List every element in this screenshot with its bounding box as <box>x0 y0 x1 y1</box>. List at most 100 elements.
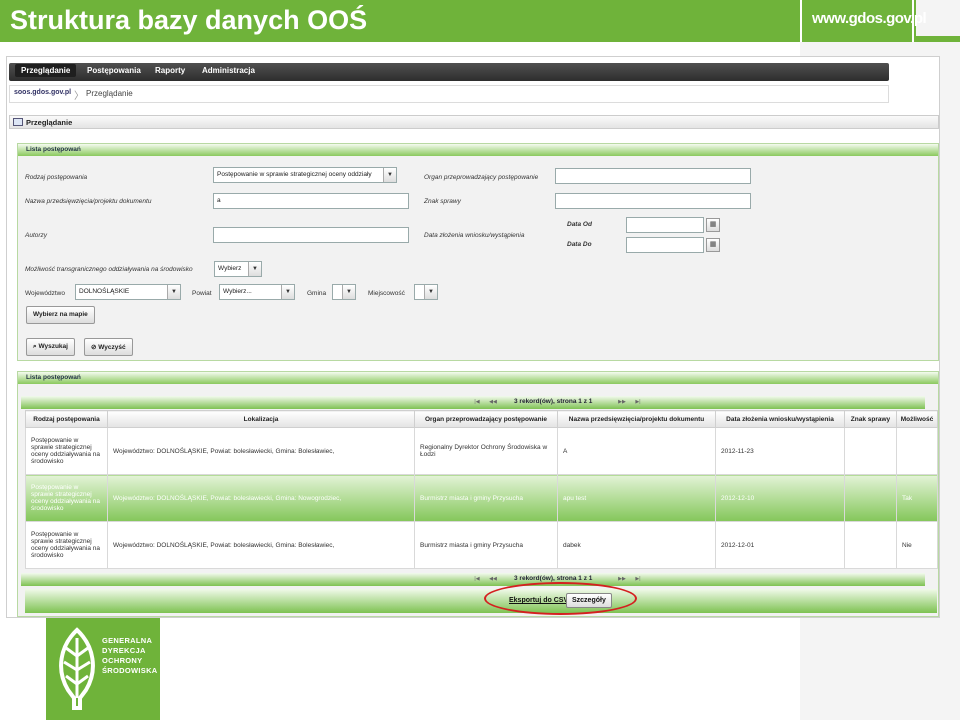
cell-nazwa: dabek <box>557 521 716 569</box>
cell-lokalizacja: Województwo: DOLNOŚLĄSKIE, Powiat: boles… <box>107 474 415 522</box>
miejscowosc-select[interactable]: ▼ <box>414 284 438 300</box>
chevron-down-icon: ▼ <box>383 168 396 182</box>
transgraniczne-select[interactable]: Wybierz ▼ <box>214 261 262 277</box>
chevron-down-icon: ▼ <box>342 285 355 299</box>
clear-button-label: Wyczyść <box>98 344 126 351</box>
prev-page-icon[interactable]: ◀◀ <box>487 575 499 584</box>
cell-data: 2012-11-23 <box>715 427 845 475</box>
chevron-down-icon: ▼ <box>167 285 180 299</box>
calendar-icon[interactable]: ▦ <box>706 238 720 252</box>
col-header[interactable]: Nazwa przedsięwzięcia/projektu dokumentu <box>557 410 716 428</box>
logo-text: GENERALNA DYREKCJA OCHRONY ŚRODOWISKA <box>102 636 158 676</box>
data-zlozenia-label: Data złożenia wniosku/wystąpienia <box>424 232 525 239</box>
prev-page-icon[interactable]: ◀◀ <box>487 398 499 407</box>
woj-select-value: DOLNOŚLĄSKIE <box>79 288 130 295</box>
gmina-select[interactable]: ▼ <box>332 284 356 300</box>
nav-postepowania[interactable]: Postępowania <box>87 66 141 75</box>
table-row[interactable]: Postępowanie w sprawie strategicznej oce… <box>25 427 938 475</box>
pager-top: |◀ ◀◀ 3 rekord(ów), strona 1 z 1 ▶▶ ▶| <box>21 396 925 409</box>
breadcrumb: soos.gdos.gov.pl 〉 Przeglądanie <box>9 85 889 103</box>
cell-lokalizacja: Województwo: DOLNOŚLĄSKIE, Powiat: boles… <box>107 427 415 475</box>
results-legend: Lista postępowań <box>26 374 81 381</box>
autorzy-label: Autorzy <box>25 232 48 239</box>
cell-rodzaj: Postępowanie w sprawie strategicznej oce… <box>25 427 108 475</box>
cell-rodzaj: Postępowanie w sprawie strategicznej oce… <box>25 521 108 569</box>
gmina-label: Gmina <box>307 290 327 297</box>
search-button[interactable]: ⌕ Wyszukaj <box>26 338 75 356</box>
table-row-selected[interactable]: Postępowanie w sprawie strategicznej oce… <box>25 474 938 522</box>
window-icon <box>13 118 23 126</box>
data-od-label: Data Od <box>567 221 592 228</box>
chevron-down-icon: ▼ <box>281 285 294 299</box>
logo-line: DYREKCJA <box>102 646 146 655</box>
nazwa-input[interactable]: a <box>213 193 409 209</box>
chevron-down-icon: ▼ <box>424 285 437 299</box>
cell-organ: Burmistrz miasta i gminy Przysucha <box>414 521 558 569</box>
first-page-icon[interactable]: |◀ <box>471 575 483 584</box>
col-header[interactable]: Data złożenia wniosku/wystąpienia <box>715 410 845 428</box>
breadcrumb-site[interactable]: soos.gdos.gov.pl <box>14 89 71 96</box>
data-do-input[interactable] <box>626 237 704 253</box>
cell-data: 2012-12-01 <box>715 521 845 569</box>
table-row[interactable]: Postępowanie w sprawie strategicznej oce… <box>25 521 938 569</box>
cell-nazwa: A <box>557 427 716 475</box>
znak-input[interactable] <box>555 193 751 209</box>
map-button[interactable]: Wybierz na mapie <box>26 306 95 324</box>
calendar-icon[interactable]: ▦ <box>706 218 720 232</box>
next-page-icon[interactable]: ▶▶ <box>616 398 628 407</box>
autorzy-input[interactable] <box>213 227 409 243</box>
breadcrumb-page: Przeglądanie <box>86 89 133 98</box>
rodzaj-label: Rodzaj postępowania <box>25 174 88 181</box>
znak-label: Znak sprawy <box>424 198 461 205</box>
cell-znak <box>844 474 897 522</box>
cell-mozliwosc <box>896 427 938 475</box>
logo-line: OCHRONY <box>102 656 143 665</box>
cell-organ: Burmistrz miasta i gminy Przysucha <box>414 474 558 522</box>
main-nav: Przeglądanie Postępowania Raporty Admini… <box>9 63 889 81</box>
filter-legend-bar: Lista postępowań <box>18 144 938 156</box>
nazwa-label: Nazwa przedsięwzięcia/projektu dokumentu <box>25 198 152 205</box>
search-button-label: Wyszukaj <box>38 343 68 350</box>
chevron-down-icon: ▼ <box>248 262 261 276</box>
col-header[interactable]: Lokalizacja <box>107 410 415 428</box>
filter-legend: Lista postępowań <box>26 146 81 153</box>
powiat-select-value: Wybierz... <box>223 288 252 295</box>
woj-select[interactable]: DOLNOŚLĄSKIE ▼ <box>75 284 181 300</box>
logo-line: GENERALNA <box>102 636 153 645</box>
clear-button[interactable]: ⊘ Wyczyść <box>84 338 133 356</box>
pager-text: 3 rekord(ów), strona 1 z 1 <box>514 575 593 582</box>
nav-raporty[interactable]: Raporty <box>155 66 185 75</box>
powiat-select[interactable]: Wybierz... ▼ <box>219 284 295 300</box>
leaf-icon <box>59 627 95 710</box>
col-header[interactable]: Organ przeprowadzający postępowanie <box>414 410 558 428</box>
woj-label: Województwo <box>25 290 65 297</box>
col-header[interactable]: Rodzaj postępowania <box>25 410 108 428</box>
results-table: Rodzaj postępowania Lokalizacja Organ pr… <box>25 410 938 569</box>
col-header[interactable]: Możliwość <box>896 410 938 428</box>
next-page-icon[interactable]: ▶▶ <box>616 575 628 584</box>
nav-przegladanie[interactable]: Przeglądanie <box>15 64 77 77</box>
cell-znak <box>844 521 897 569</box>
data-od-input[interactable] <box>626 217 704 233</box>
brand-box: www.gdos.gov.pl <box>800 0 927 42</box>
last-page-icon[interactable]: ▶| <box>632 398 644 407</box>
rodzaj-select[interactable]: Postępowanie w sprawie strategicznej oce… <box>213 167 397 183</box>
cell-rodzaj: Postępowanie w sprawie strategicznej oce… <box>25 474 108 522</box>
breadcrumb-chevron-icon: 〉 <box>74 91 84 102</box>
organ-input[interactable] <box>555 168 751 184</box>
first-page-icon[interactable]: |◀ <box>471 398 483 407</box>
results-legend-bar: Lista postępowań <box>18 372 938 384</box>
brand-url: www.gdos.gov.pl <box>812 10 927 27</box>
last-page-icon[interactable]: ▶| <box>632 575 644 584</box>
filter-fieldset: Lista postępowań Rodzaj postępowania Pos… <box>17 143 939 361</box>
transgraniczne-label: Możliwość transgranicznego oddziaływania… <box>25 266 193 273</box>
highlight-oval <box>484 582 637 615</box>
rodzaj-select-value: Postępowanie w sprawie strategicznej oce… <box>217 171 372 178</box>
data-do-label: Data Do <box>567 241 592 248</box>
cell-nazwa: apu test <box>557 474 716 522</box>
nav-administracja[interactable]: Administracja <box>202 66 255 75</box>
results-footer: Eksportuj do CSV Szczegóły <box>25 589 937 613</box>
transgraniczne-select-value: Wybierz <box>218 265 242 272</box>
col-header[interactable]: Znak sprawy <box>844 410 897 428</box>
pager-bottom: |◀ ◀◀ 3 rekord(ów), strona 1 z 1 ▶▶ ▶| <box>21 573 925 586</box>
